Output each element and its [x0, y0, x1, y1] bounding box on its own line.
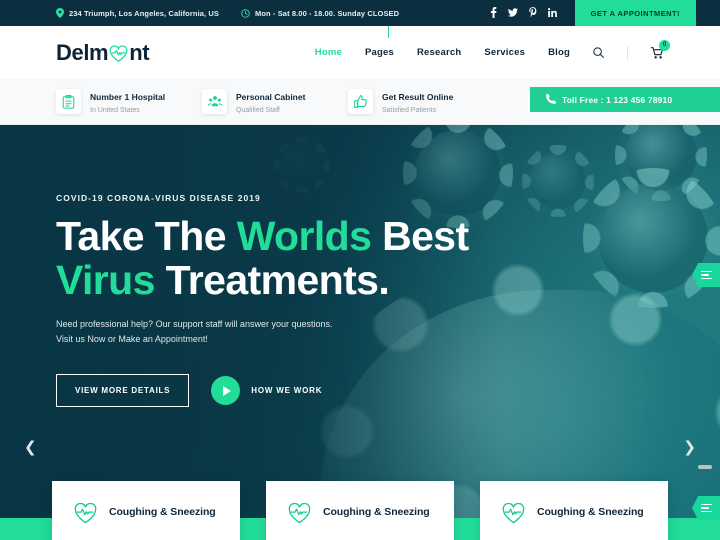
feature-text: Number 1 Hospital In United States [90, 87, 165, 115]
feature-list: Number 1 Hospital In United States Perso… [56, 87, 494, 115]
logo-text-pre: Delm [56, 39, 109, 65]
hero-title-line-2: Virus Treatments. [56, 256, 469, 303]
logo-text-post: nt [129, 39, 150, 65]
hero-eyebrow: COVID-19 CORONA-VIRUS DISEASE 2019 [56, 193, 261, 203]
feature-title: Personal Cabinet [236, 92, 306, 103]
scrollbar-thumb[interactable] [698, 465, 712, 469]
address-item: 234 Triumph, Los Angeles, California, US [56, 8, 219, 18]
clock-icon [241, 8, 250, 18]
hours-text: Mon - Sat 8.00 - 18.00. Sunday CLOSED [255, 8, 400, 18]
toll-free-banner[interactable]: Toll Free : 1 123 456 78910 [530, 87, 720, 112]
hero-subtitle-line-2: Visit us Now or Make an Appointment! [56, 333, 208, 344]
search-icon[interactable] [593, 47, 604, 58]
hero-title-highlight: Virus [56, 256, 155, 303]
hero-content: COVID-19 CORONA-VIRUS DISEASE 2019 Take … [56, 193, 469, 408]
play-icon [211, 376, 241, 406]
hero-subtitle-line-1: Need professional help? Our support staf… [56, 318, 333, 329]
thumbs-up-icon [348, 89, 373, 114]
hero-title-line-1: Take The Worlds Best [56, 213, 469, 259]
feature-title: Number 1 Hospital [90, 92, 166, 103]
shopping-cart-icon[interactable]: 0 [651, 39, 670, 59]
how-we-work-video-button[interactable]: HOW WE WORK [211, 376, 323, 406]
service-card-title: Coughing & Sneezing [109, 506, 216, 518]
location-pin-icon [56, 8, 64, 18]
nav-item-services[interactable]: Services [484, 47, 525, 58]
hero-slider: COVID-19 CORONA-VIRUS DISEASE 2019 Take … [0, 125, 720, 540]
get-appointment-button[interactable]: GET A APPOINTMENT! [574, 0, 696, 26]
top-bar-tail [696, 0, 720, 26]
linkedin-icon[interactable] [547, 7, 557, 19]
hero-title-part: Take The [56, 213, 237, 259]
feature-item-hospital: Number 1 Hospital In United States [56, 87, 202, 115]
feature-subtitle: Qualified Staff [236, 107, 280, 115]
phone-icon [545, 93, 557, 106]
service-card[interactable]: Coughing & Sneezing [266, 481, 454, 540]
hero-cta-row: VIEW MORE DETAILS HOW WE WORK [56, 374, 469, 408]
nav-item-pages[interactable]: Pages [365, 47, 394, 58]
hero-subtitle: Need professional help? Our support staf… [56, 317, 469, 347]
feature-title: Get Result Online [382, 92, 454, 103]
heart-pulse-icon [502, 503, 525, 524]
feature-strip: Number 1 Hospital In United States Perso… [0, 79, 720, 125]
nav-item-home[interactable]: Home [315, 47, 342, 58]
nav-divider [627, 45, 628, 60]
logo[interactable]: Delm nt [56, 39, 150, 66]
feature-item-results: Get Result Online Satisfied Patients [348, 87, 494, 115]
cart-count-badge: 0 [659, 39, 670, 51]
people-group-icon [202, 89, 227, 114]
top-bar-notch [388, 26, 389, 38]
heart-pulse-icon [288, 503, 311, 524]
hero-title: Take The Worlds Best Virus Treatments. [56, 213, 469, 303]
service-card[interactable]: Coughing & Sneezing [52, 481, 240, 540]
feature-text: Personal Cabinet Qualified Staff [236, 87, 305, 115]
feature-item-cabinet: Personal Cabinet Qualified Staff [202, 87, 348, 115]
address-text: 234 Triumph, Los Angeles, California, US [69, 8, 220, 18]
feature-text: Get Result Online Satisfied Patients [382, 87, 453, 115]
hours-item: Mon - Sat 8.00 - 18.00. Sunday CLOSED [241, 9, 399, 18]
top-bar-actions: GET A APPOINTMENT! [490, 0, 720, 26]
social-links [490, 6, 557, 20]
top-bar-info: 234 Triumph, Los Angeles, California, US… [56, 8, 399, 18]
site-header: Delm nt Home Pages Research Services Blo… [0, 26, 720, 79]
hamburger-menu-icon [700, 270, 712, 280]
twitter-icon[interactable] [507, 7, 518, 19]
top-bar: 234 Triumph, Los Angeles, California, US… [0, 0, 720, 38]
toll-free-label: Toll Free : 1 123 456 78910 [562, 94, 673, 105]
service-card-title: Coughing & Sneezing [537, 506, 644, 518]
hero-title-part: Best [371, 213, 469, 259]
main-navigation: Home Pages Research Services Blog 0 [315, 39, 670, 60]
service-card-title: Coughing & Sneezing [323, 506, 430, 518]
clipboard-icon [56, 89, 81, 114]
hero-title-highlight: Worlds [236, 213, 372, 259]
slider-next-button[interactable]: ❯ [683, 440, 696, 455]
slider-prev-button[interactable]: ❮ [24, 440, 37, 455]
pinterest-icon[interactable] [528, 6, 537, 20]
view-more-details-button[interactable]: VIEW MORE DETAILS [56, 374, 190, 408]
service-card-list: Coughing & Sneezing Coughing & Sneezing … [0, 481, 720, 540]
facebook-icon[interactable] [490, 6, 497, 20]
nav-item-research[interactable]: Research [417, 47, 461, 58]
feature-subtitle: Satisfied Patients [382, 107, 437, 115]
nav-item-blog[interactable]: Blog [548, 47, 570, 58]
hero-title-part: Treatments. [154, 256, 390, 303]
feature-subtitle: In United States [90, 107, 140, 115]
hamburger-menu-icon [700, 503, 712, 513]
heart-pulse-icon [109, 45, 128, 62]
service-card[interactable]: Coughing & Sneezing [480, 481, 668, 540]
how-we-work-label: HOW WE WORK [251, 386, 323, 396]
heart-pulse-icon [74, 503, 97, 524]
